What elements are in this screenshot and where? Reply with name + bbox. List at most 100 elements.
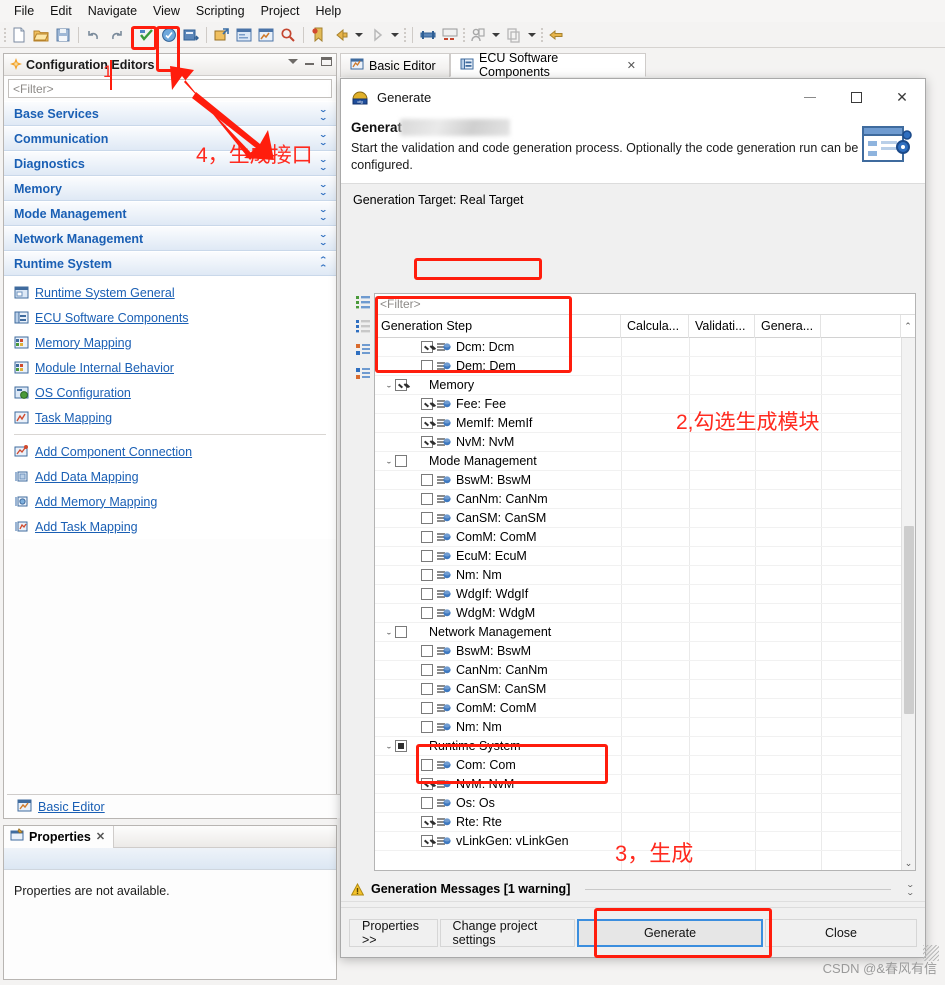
deselect-all-icon[interactable] xyxy=(355,319,371,336)
sidebar-item-add-task-mapping[interactable]: Add Task Mapping xyxy=(4,514,336,539)
validate-icon[interactable] xyxy=(137,25,157,45)
generate-interface-icon[interactable] xyxy=(181,25,201,45)
row-checkbox[interactable] xyxy=(421,360,433,372)
generate-button[interactable]: Generate xyxy=(577,918,763,947)
row-checkbox[interactable] xyxy=(421,645,433,657)
save-icon[interactable] xyxy=(53,25,73,45)
generation-messages-bar[interactable]: Generation Messages [1 warning] ⌄ ⌄ xyxy=(341,877,925,901)
view-menu-icon[interactable] xyxy=(288,59,298,64)
menu-item-file[interactable]: File xyxy=(6,2,42,20)
chevron-down-icon[interactable]: ⌄ ⌄ xyxy=(319,231,328,247)
tree-row[interactable]: CanNm: CanNm xyxy=(375,490,915,509)
diff-icon[interactable] xyxy=(440,25,460,45)
sidebar-item-os-configuration[interactable]: OS Configuration xyxy=(4,380,336,405)
expand-all-icon[interactable] xyxy=(355,343,371,360)
minimize-icon[interactable] xyxy=(787,79,833,115)
sidebar-item-add-component-connection[interactable]: Add Component Connection xyxy=(4,439,336,464)
copy-dropdown-caret-icon[interactable] xyxy=(528,32,536,37)
row-checkbox[interactable] xyxy=(421,816,433,828)
tree-row[interactable]: Nm: Nm xyxy=(375,718,915,737)
tree-row[interactable]: NvM: NvM xyxy=(375,775,915,794)
menu-item-scripting[interactable]: Scripting xyxy=(188,2,253,20)
config-filter-input[interactable]: <Filter> xyxy=(8,79,332,98)
close-icon[interactable]: ✕ xyxy=(627,59,636,72)
collapse-all-icon[interactable] xyxy=(355,367,371,384)
row-checkbox[interactable] xyxy=(421,341,433,353)
resize-grip-icon[interactable] xyxy=(923,945,939,961)
sidebar-footer-basic-editor[interactable]: Basic Editor xyxy=(7,794,341,818)
minimize-view-icon[interactable] xyxy=(305,62,314,65)
sidebar-item-task-mapping[interactable]: Task Mapping xyxy=(4,405,336,430)
toolbar-drag-handle[interactable] xyxy=(541,27,543,42)
tree-row[interactable]: vLinkGen: vLinkGen xyxy=(375,832,915,851)
tree-vertical-scrollbar[interactable]: ⌄ xyxy=(901,338,915,870)
sidebar-section-memory[interactable]: Memory ⌄ ⌄ xyxy=(4,176,336,201)
row-checkbox[interactable] xyxy=(421,759,433,771)
menu-item-edit[interactable]: Edit xyxy=(42,2,80,20)
chevron-down-icon[interactable]: ⌄ ⌄ xyxy=(319,131,328,147)
sidebar-section-diagnostics[interactable]: Diagnostics ⌄ ⌄ xyxy=(4,151,336,176)
select-all-icon[interactable] xyxy=(355,295,371,312)
chevron-down-icon[interactable]: ⌄ ⌄ xyxy=(906,881,915,897)
properties-button[interactable]: Properties >> xyxy=(349,918,438,947)
tree-row[interactable]: BswM: BswM xyxy=(375,642,915,661)
pin-icon[interactable] xyxy=(546,25,566,45)
row-checkbox[interactable] xyxy=(421,417,433,429)
column-header-calculation[interactable]: Calcula... xyxy=(621,314,689,338)
search-icon[interactable] xyxy=(278,25,298,45)
configuration-editors-tab[interactable]: Configuration Editors xyxy=(4,54,336,76)
tree-row[interactable]: WdgM: WdgM xyxy=(375,604,915,623)
chevron-up-icon[interactable]: ⌃ ⌃ xyxy=(319,256,328,272)
menu-item-navigate[interactable]: Navigate xyxy=(80,2,145,20)
row-checkbox[interactable] xyxy=(395,626,407,638)
row-checkbox[interactable] xyxy=(421,797,433,809)
menu-item-project[interactable]: Project xyxy=(253,2,308,20)
row-checkbox[interactable] xyxy=(421,531,433,543)
tab-ecu-software-components[interactable]: ECU Software Components ✕ xyxy=(450,51,646,79)
column-header-validation[interactable]: Validati... xyxy=(689,314,755,338)
row-checkbox[interactable] xyxy=(421,683,433,695)
toolbar-drag-handle[interactable] xyxy=(463,27,465,42)
column-header-generation-step[interactable]: Generation Step xyxy=(375,314,621,338)
sidebar-section-communication[interactable]: Communication ⌄ ⌄ xyxy=(4,126,336,151)
chevron-down-icon[interactable]: ⌄ ⌄ xyxy=(319,206,328,222)
copy-icon[interactable] xyxy=(504,25,524,45)
basic-editor-icon[interactable] xyxy=(256,25,276,45)
tree-row[interactable]: Dem: Dem xyxy=(375,357,915,376)
row-checkbox[interactable] xyxy=(421,607,433,619)
tree-row[interactable]: Os: Os xyxy=(375,794,915,813)
scroll-up-icon[interactable]: ⌃ xyxy=(901,319,915,333)
tree-row[interactable]: MemIf: MemIf xyxy=(375,414,915,433)
close-button[interactable]: Close xyxy=(765,918,917,947)
row-checkbox[interactable] xyxy=(395,455,407,467)
sidebar-section-base-services[interactable]: Base Services ⌄ ⌄ xyxy=(4,101,336,126)
dialog-title-bar[interactable]: cfg Generate ✕ xyxy=(341,79,925,115)
person-icon[interactable] xyxy=(468,25,488,45)
chevron-down-icon[interactable]: ⌄ ⌄ xyxy=(319,156,328,172)
tree-row[interactable]: Fee: Fee xyxy=(375,395,915,414)
tree-row[interactable]: NvM: NvM xyxy=(375,433,915,452)
back-dropdown-caret-icon[interactable] xyxy=(355,32,363,37)
scrollbar-thumb[interactable] xyxy=(904,526,914,714)
tree-row[interactable]: WdgIf: WdgIf xyxy=(375,585,915,604)
row-checkbox[interactable] xyxy=(421,664,433,676)
chevron-down-icon[interactable]: ⌄ ⌄ xyxy=(319,181,328,197)
sidebar-item-module-internal-behavior[interactable]: Module Internal Behavior xyxy=(4,355,336,380)
redo-icon[interactable] xyxy=(106,25,126,45)
tree-filter-input[interactable]: <Filter> xyxy=(375,294,915,315)
tree-row[interactable]: Dcm: Dcm xyxy=(375,338,915,357)
generate-icon[interactable] xyxy=(159,25,179,45)
row-checkbox[interactable] xyxy=(421,493,433,505)
tree-row[interactable]: ⌄ Runtime System xyxy=(375,737,915,756)
maximize-icon[interactable] xyxy=(833,79,879,115)
scroll-down-icon[interactable]: ⌄ xyxy=(902,856,915,870)
maximize-view-icon[interactable] xyxy=(321,57,332,66)
sidebar-item-runtime-system-general[interactable]: Runtime System General xyxy=(4,280,336,305)
row-checkbox[interactable] xyxy=(395,740,407,752)
forward-dropdown-caret-icon[interactable] xyxy=(391,32,399,37)
editor-icon[interactable] xyxy=(234,25,254,45)
row-checkbox[interactable] xyxy=(395,379,407,391)
close-icon[interactable]: ✕ xyxy=(96,830,105,843)
range-icon[interactable] xyxy=(418,25,438,45)
row-checkbox[interactable] xyxy=(421,702,433,714)
